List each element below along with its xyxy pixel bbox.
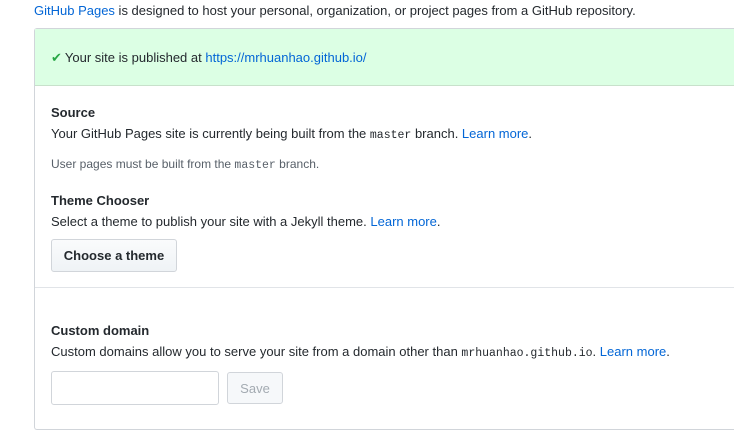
domain-host: mrhuanhao.github.io (461, 347, 593, 360)
section-divider (35, 287, 734, 288)
domain-desc-text: Custom domains allow you to serve your s… (51, 344, 462, 359)
domain-desc-after: . (592, 344, 600, 359)
source-desc-after: branch. (411, 126, 462, 141)
domain-heading: Custom domain (51, 323, 150, 338)
domain-learn-more-link[interactable]: Learn more (600, 344, 666, 359)
theme-period: . (436, 214, 441, 229)
source-period: . (528, 126, 533, 141)
published-text: Your site is published at (64, 50, 206, 65)
source-description: Your GitHub Pages site is currently bein… (51, 126, 734, 142)
theme-heading: Theme Chooser (51, 193, 150, 208)
choose-theme-button[interactable]: Choose a theme (51, 239, 177, 272)
theme-learn-more-link[interactable]: Learn more (370, 214, 436, 229)
published-banner: ✔ Your site is published at https://mrhua… (35, 29, 734, 86)
theme-desc-text: Select a theme to publish your site with… (51, 214, 371, 229)
github-pages-link[interactable]: GitHub Pages (34, 3, 115, 18)
source-note: User pages must be built from the master… (51, 157, 734, 172)
domain-period: . (666, 344, 670, 359)
published-message: ✔ Your site is published at https://mrhua… (51, 50, 367, 66)
domain-section: Custom domain (51, 323, 734, 338)
source-learn-more-link[interactable]: Learn more (462, 126, 528, 141)
source-note-text: User pages must be built from the (51, 157, 235, 171)
source-section: Source (51, 105, 734, 120)
check-icon: ✔ (51, 50, 62, 65)
source-desc-text: Your GitHub Pages site is currently bein… (51, 126, 370, 141)
pages-settings-card: ✔ Your site is published at https://mrhua… (34, 28, 734, 430)
source-note-after: branch. (275, 157, 320, 171)
theme-section: Theme Chooser (51, 193, 734, 208)
site-url-link[interactable]: https://mrhuanhao.github.io/ (205, 50, 366, 65)
domain-description: Custom domains allow you to serve your s… (51, 344, 734, 360)
source-note-branch: master (234, 159, 276, 172)
theme-description: Select a theme to publish your site with… (51, 214, 734, 229)
intro-description: is designed to host your personal, organ… (114, 3, 636, 18)
source-heading: Source (51, 105, 96, 120)
intro-text: GitHub Pages is designed to host your pe… (34, 3, 636, 18)
save-domain-button[interactable]: Save (227, 372, 283, 404)
source-branch: master (369, 129, 412, 142)
custom-domain-input[interactable] (51, 371, 219, 405)
